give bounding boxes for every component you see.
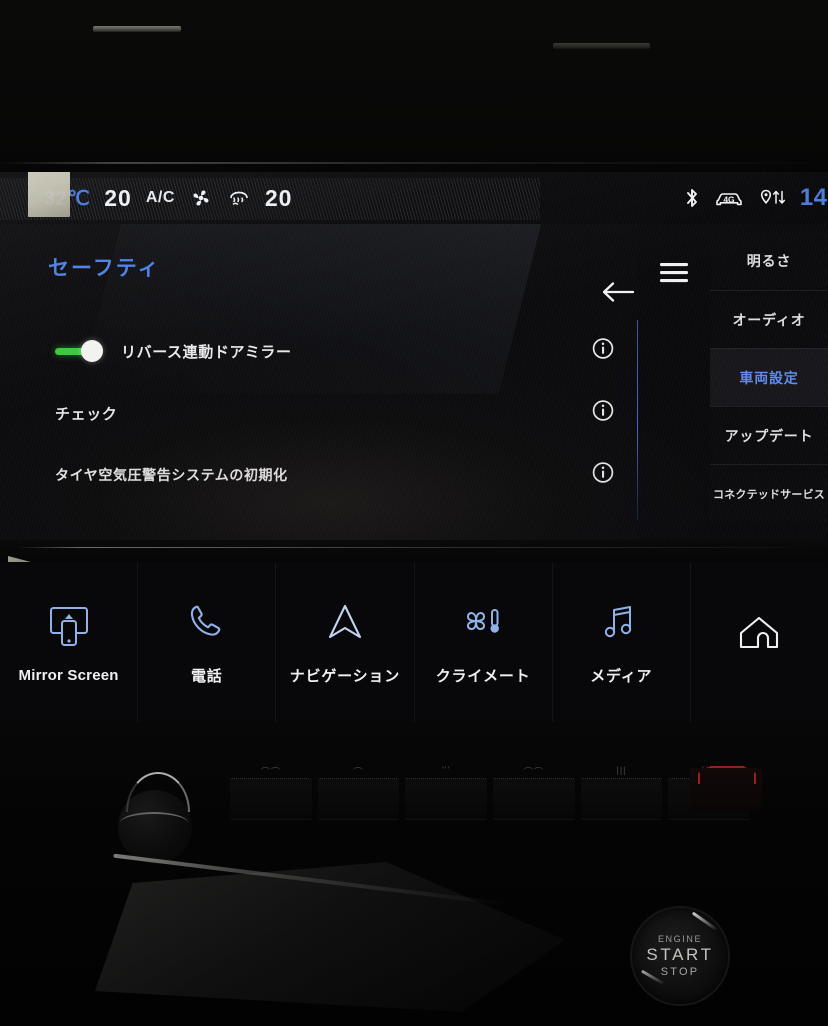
start-button-line3: STOP: [660, 966, 700, 978]
back-button[interactable]: [596, 272, 640, 312]
hazard-triangle-icon: [698, 766, 756, 784]
dock-label: Mirror Screen: [18, 666, 119, 684]
sidebar-item-update[interactable]: アップデート: [710, 406, 828, 464]
sidebar-item-vehicle-settings[interactable]: 車両設定: [710, 348, 828, 406]
dash-trim-highlight-right: [553, 43, 650, 49]
dock-label: ナビゲーション: [289, 667, 401, 685]
climate-icon: [455, 599, 511, 647]
status-bar: 32℃ 20 A/C: [0, 172, 828, 224]
4g-car-icon[interactable]: 4G: [714, 187, 744, 209]
fan-icon[interactable]: [189, 186, 213, 210]
reverse-mirror-toggle[interactable]: [55, 340, 105, 362]
bezel-highlight-line: [18, 547, 808, 548]
defrost-icon[interactable]: [227, 186, 251, 210]
home-icon: [733, 609, 785, 657]
hvac-button[interactable]: ⌒: [317, 767, 400, 820]
row-label: リバース連動ドアミラー: [121, 343, 292, 361]
sidebar-item-audio[interactable]: オーディオ: [710, 290, 828, 348]
hazard-light-button[interactable]: [690, 766, 762, 812]
glass-reflection-artifact: [28, 172, 70, 217]
hvac-button-glyph: ''': [442, 765, 451, 775]
settings-list: リバース連動ドアミラー チェック タイヤ空気圧警告システムの初期化: [0, 320, 638, 506]
table-row[interactable]: リバース連動ドアミラー: [0, 320, 638, 382]
hvac-button[interactable]: ⌒⌒: [493, 767, 575, 820]
start-button-line1: ENGINE: [657, 934, 703, 944]
dashboard-seam: [0, 162, 828, 164]
dock-label: メディア: [590, 667, 653, 685]
dock-item-climate[interactable]: クライメート: [415, 562, 553, 722]
infotainment-display: 32℃ 20 A/C: [0, 172, 828, 540]
location-arrows-icon[interactable]: [757, 187, 787, 209]
table-row[interactable]: チェック: [0, 382, 638, 444]
settings-main-pane: セーフティ リバース連動ドアミラー チェック タイヤ空気圧警告システムの初期化: [0, 224, 640, 540]
driver-temperature-value[interactable]: 20: [104, 185, 132, 212]
engine-start-stop-button[interactable]: ENGINE START STOP: [632, 908, 728, 1004]
page-title: セーフティ: [48, 257, 161, 280]
app-dock: Mirror Screen 電話 ナビゲーション クライメート メディア: [0, 562, 828, 722]
screen-bezel: [0, 540, 828, 562]
info-icon[interactable]: [591, 461, 615, 490]
back-arrow-icon: [602, 282, 635, 302]
dashboard-upper-panel: [0, 0, 828, 170]
hvac-button-glyph: ⌒: [353, 767, 364, 777]
media-icon: [597, 599, 645, 647]
dock-item-phone[interactable]: 電話: [138, 562, 277, 722]
hvac-button-glyph: ⌒⌒: [260, 767, 281, 777]
mirror-screen-icon: [43, 601, 95, 649]
hvac-button-glyph: ⌒⌒: [523, 767, 544, 777]
dock-label: 電話: [190, 667, 223, 685]
menu-items-column: 明るさ オーディオ 車両設定 アップデート コネクテッドサービス: [710, 224, 828, 540]
navigation-icon: [321, 599, 369, 647]
dock-item-media[interactable]: メディア: [553, 562, 691, 722]
svg-text:4G: 4G: [723, 195, 735, 205]
sidebar-item-brightness[interactable]: 明るさ: [710, 232, 828, 290]
sidebar-item-connected-service[interactable]: コネクテッドサービス: [710, 464, 828, 522]
dock-item-navigation[interactable]: ナビゲーション: [276, 562, 415, 722]
hvac-button[interactable]: ''': [405, 765, 488, 820]
row-label: チェック: [55, 405, 118, 423]
status-icons-group: 4G 14:: [683, 172, 828, 224]
toggle-knob: [81, 340, 103, 362]
hamburger-menu-icon: [660, 263, 688, 283]
screen-content: セーフティ リバース連動ドアミラー チェック タイヤ空気圧警告システムの初期化 …: [0, 224, 828, 540]
info-icon[interactable]: [591, 337, 615, 366]
row-label: タイヤ空気圧警告システムの初期化: [55, 467, 288, 483]
dock-item-home[interactable]: [691, 562, 828, 722]
clock: 14:: [799, 184, 828, 211]
dock-label: クライメート: [435, 667, 531, 685]
hvac-button[interactable]: ⌒⌒: [230, 767, 312, 820]
dash-trim-highlight-left: [93, 26, 181, 32]
dock-item-mirror-screen[interactable]: Mirror Screen: [0, 562, 139, 722]
table-row[interactable]: タイヤ空気圧警告システムの初期化: [0, 444, 638, 506]
car-infotainment-screenshot: 32℃ 20 A/C: [0, 0, 828, 1026]
bluetooth-icon[interactable]: [683, 187, 701, 209]
settings-side-menu: 明るさ オーディオ 車両設定 アップデート コネクテッドサービス: [638, 224, 828, 540]
ac-label[interactable]: A/C: [146, 189, 175, 207]
passenger-temperature-value[interactable]: 20: [265, 185, 293, 212]
knob-rim-highlight: [120, 812, 188, 834]
phone-icon: [183, 599, 231, 647]
hvac-button-row: ⌒⌒ ⌒ ''' ⌒⌒ ||| U̲H̲: [230, 765, 751, 820]
start-button-line2: START: [646, 945, 714, 964]
hvac-button-glyph: |||: [616, 765, 627, 775]
menu-button[interactable]: [638, 224, 710, 540]
info-icon[interactable]: [591, 399, 615, 428]
hvac-button[interactable]: |||: [580, 765, 663, 820]
